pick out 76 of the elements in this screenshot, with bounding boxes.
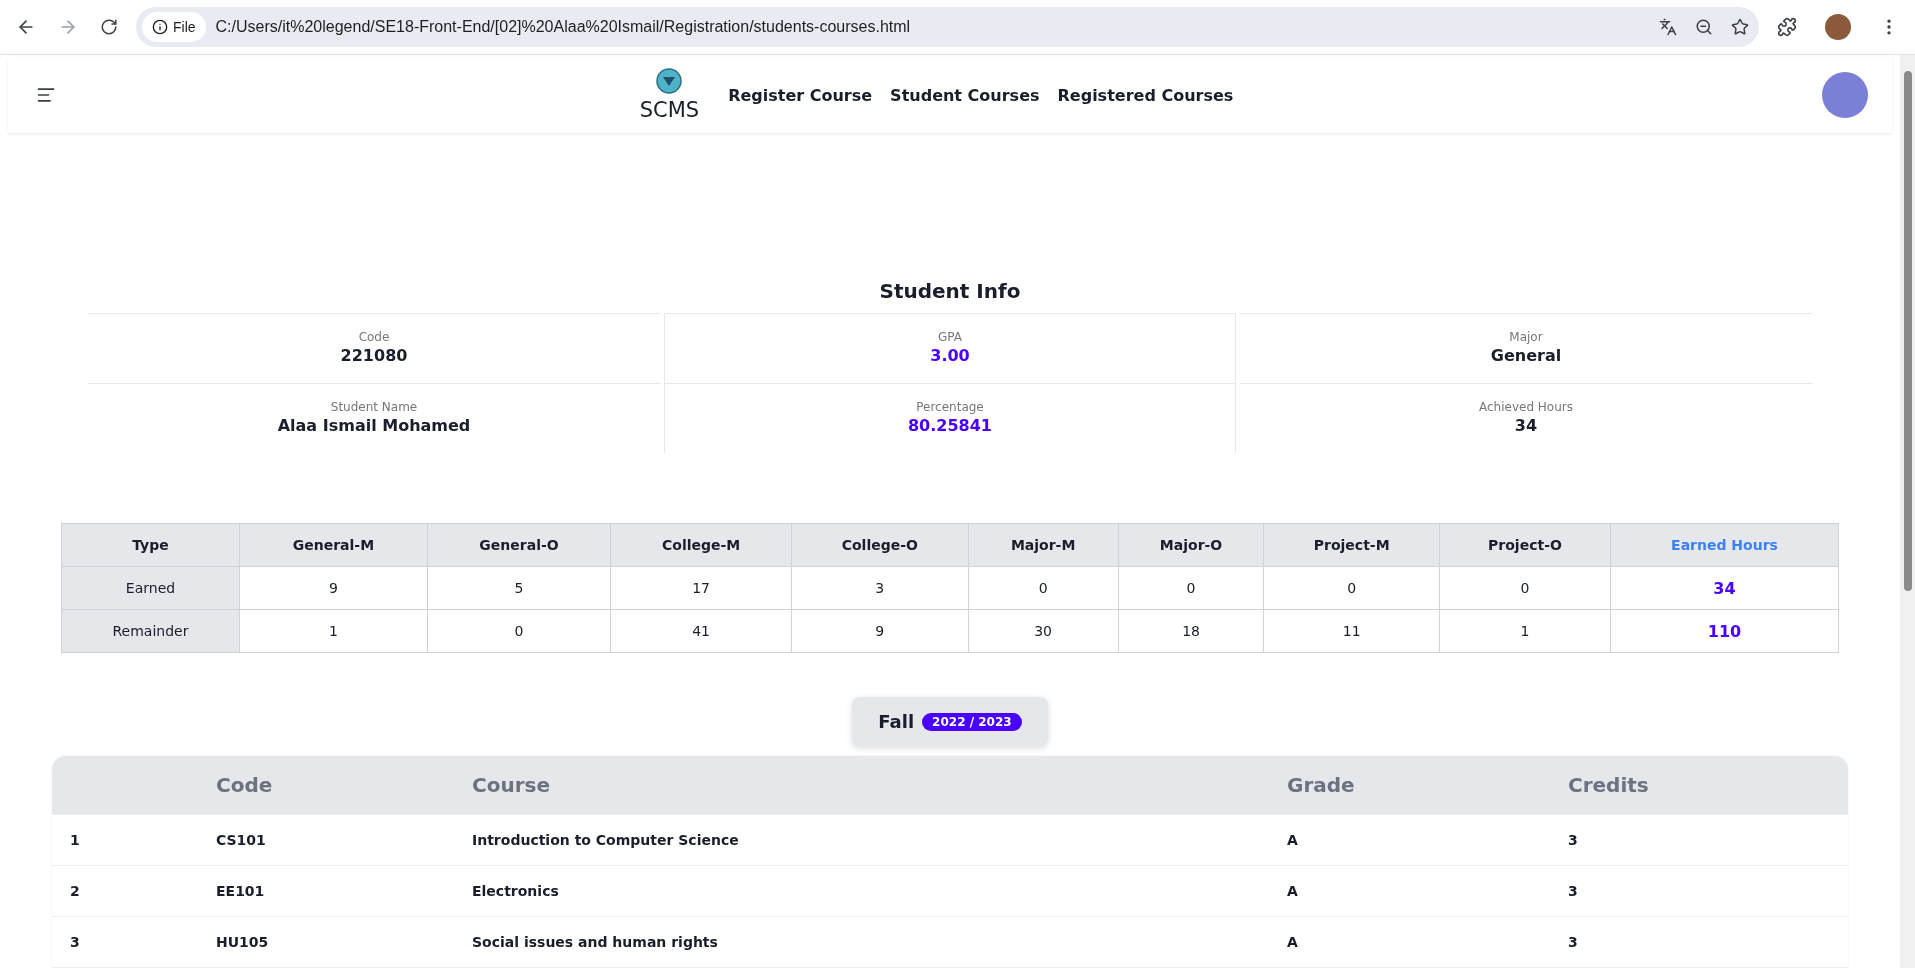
info-value: 221080 [340, 346, 408, 365]
table-cell-text: Introduction to Computer Science [472, 832, 740, 848]
column-header: Course [472, 773, 551, 797]
nav-link[interactable]: Registered Courses [1057, 85, 1234, 105]
url-text: C:/Users/it%20legend/SE18-Front-End/[02]%20Alaa%20Ismail/Registration/students-courses.html [215, 18, 912, 36]
table-cell: 17 [610, 566, 792, 610]
column-header: Earned Hours [1610, 523, 1839, 567]
row-number: 3 [70, 934, 81, 950]
table-cell: 3 [791, 566, 968, 610]
table-cell-text: A [1287, 934, 1299, 950]
table-cell: 9 [239, 566, 428, 610]
column-header: General-M [239, 523, 428, 567]
table-cell-text: 3 [1568, 934, 1579, 950]
total-cell: 110 [1610, 609, 1839, 653]
info-value: General [1490, 346, 1562, 365]
nav-link[interactable]: Student Courses [890, 85, 1040, 105]
column-header: General-O [427, 523, 611, 567]
table-cell: 18 [1118, 609, 1264, 653]
table-cell-text: 3 [1568, 832, 1579, 848]
logo-icon [656, 68, 683, 94]
info-label: Percentage [916, 400, 984, 414]
table-cell: 0 [1263, 566, 1440, 610]
table-cell-text: A [1287, 832, 1299, 848]
info-value: Alaa Ismail Mohamed [277, 416, 471, 435]
row-header: Remainder [61, 609, 240, 653]
column-header: Major-M [968, 523, 1119, 567]
info-label: Achieved Hours [1479, 400, 1573, 414]
address-bar[interactable]: File C:/Users/it%20legend/SE18-Front-End/[02]%20Alaa%20Ismail/Registration/students-courses.html [136, 7, 1759, 47]
column-header: Type [61, 523, 240, 567]
column-header: Credits [1568, 773, 1650, 797]
row-number: 1 [70, 832, 81, 848]
table-cell-text: Electronics [472, 883, 560, 899]
info-label: Student Name [330, 400, 418, 414]
column-header: Project-O [1439, 523, 1611, 567]
table-cell: 5 [427, 566, 611, 610]
row-number: 2 [70, 883, 81, 899]
table-cell: 11 [1263, 609, 1440, 653]
table-cell-text: EE101 [216, 883, 266, 899]
user-avatar[interactable] [1822, 72, 1868, 118]
scrollbar[interactable] [1900, 55, 1915, 968]
table-cell: 30 [968, 609, 1119, 653]
profile-avatar[interactable] [1825, 14, 1851, 40]
table-cell: 41 [610, 609, 792, 653]
row-header: Earned [61, 566, 240, 610]
nav-link[interactable]: Register Course [728, 85, 873, 105]
total-cell: 34 [1610, 566, 1839, 610]
column-header: College-O [791, 523, 968, 567]
info-icon [152, 19, 168, 35]
section-title: Student Info [878, 279, 1022, 303]
info-label: Major [1509, 330, 1543, 344]
column-header: Major-O [1118, 523, 1264, 567]
column-header: Code [216, 773, 274, 797]
table-cell: 0 [427, 609, 611, 653]
table-cell-text: A [1287, 883, 1299, 899]
info-label: Code [358, 330, 390, 344]
site-info-button[interactable]: File [142, 12, 206, 42]
table-cell-text: Social issues and human rights [472, 934, 719, 950]
column-header: Grade [1287, 773, 1356, 797]
table-cell: 0 [1118, 566, 1264, 610]
table-cell: 0 [968, 566, 1119, 610]
table-cell: 1 [1439, 609, 1611, 653]
table-cell-text: CS101 [216, 832, 267, 848]
column-header: College-M [610, 523, 792, 567]
info-value: 3.00 [930, 346, 970, 365]
info-value: 34 [1514, 416, 1538, 435]
info-value: 80.25841 [908, 416, 992, 435]
table-cell-text: HU105 [216, 934, 270, 950]
brand-name: SCMS [639, 98, 700, 122]
table-cell: 9 [791, 609, 968, 653]
info-label: GPA [938, 330, 962, 344]
table-cell: 1 [239, 609, 428, 653]
year-badge: 2022 / 2023 [922, 712, 1022, 731]
term-label: Fall [878, 711, 915, 732]
table-cell: 0 [1439, 566, 1611, 610]
column-header: Project-M [1263, 523, 1440, 567]
table-cell-text: 3 [1568, 883, 1579, 899]
